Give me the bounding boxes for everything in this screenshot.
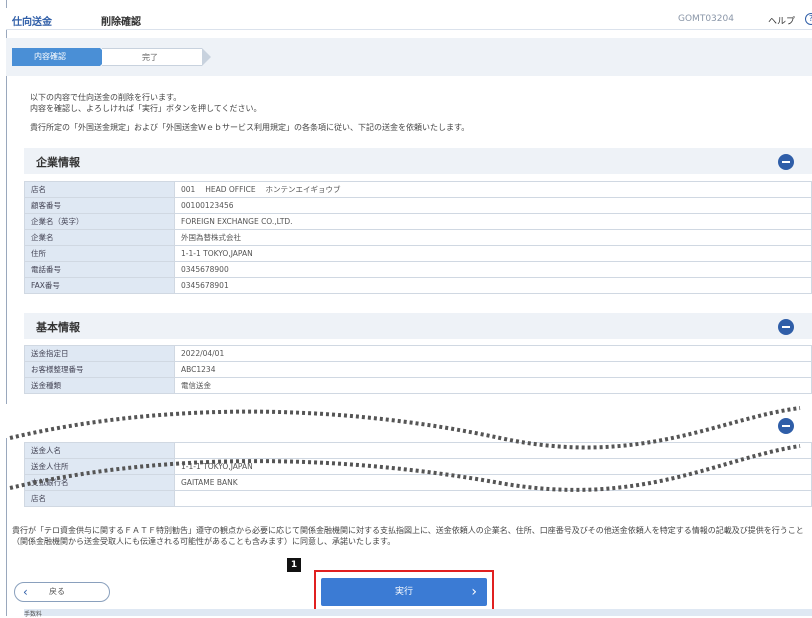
help-link[interactable]: ヘルプ [768,14,795,27]
table-row: お客様整理番号 ABC1234 [24,361,812,378]
company-section-title: 企業情報 [36,156,80,169]
help-icon[interactable]: ? [805,13,812,25]
execute-button[interactable]: 実行 › [321,578,487,606]
execute-button-label: 実行 [394,587,413,597]
screen-code: GOMT03204 [678,14,734,24]
table-row: FAX番号 0345678901 [24,277,812,294]
notice-text: 貴行所定の「外国送金規定」および「外国送金Ｗｅｂサービス利用規定」の各条項に従い… [30,123,470,132]
table-row: 電話番号 0345678900 [24,261,812,278]
top-bar: 仕向送金 削除確認 GOMT03204 ヘルプ ? [6,8,812,30]
basic-section-header: 基本情報 [24,313,812,339]
company-section-header: 企業情報 [24,148,812,174]
collapse-icon[interactable] [778,319,794,335]
consent-text: 貴行が「テロ資金供与に関するＦＡＴＦ特別勧告」遵守の観点から必要に応じて関係金融… [12,526,804,546]
bottom-row-label: 手数料 [24,611,43,618]
step-confirm: 内容確認 [12,48,109,66]
omission-wave-marks [9,406,801,492]
intro-line-2: 内容を確認し、よろしければ「実行」ボタンを押してください。 [30,104,262,113]
step-indicator: 内容確認 完了 [6,38,812,76]
back-button[interactable]: ‹ 戻る [14,582,110,602]
table-row: 送金種類 電信送金 [24,377,812,394]
chevron-right-icon: › [471,584,477,600]
step-complete: 完了 [102,48,211,66]
basic-section-title: 基本情報 [36,321,80,334]
back-button-label: 戻る [49,587,65,596]
partial-bottom-row: 手数料 [24,609,812,618]
chevron-left-icon: ‹ [23,585,28,599]
intro-line-1: 以下の内容で仕向送金の削除を行います。 [30,93,182,102]
table-row: 住所 1-1-1 TOKYO,JAPAN [24,245,812,262]
table-row: 企業名（英字） FOREIGN EXCHANGE CO.,LTD. [24,213,812,230]
table-row: 顧客番号 00100123456 [24,197,812,214]
basic-table: 送金指定日 2022/04/01 お客様整理番号 ABC1234 送金種類 電信送金 [24,345,812,394]
table-row: 送金指定日 2022/04/01 [24,345,812,362]
step-number-badge: 1 [287,558,301,572]
page-title: 削除確認 [101,17,141,28]
intro-text: 以下の内容で仕向送金の削除を行います。 内容を確認し、よろしければ「実行」ボタン… [30,92,262,114]
section-title: 仕向送金 [12,17,52,28]
table-row: 店名 001 HEAD OFFICE ホンテンエイギョウブ [24,181,812,198]
company-table: 店名 001 HEAD OFFICE ホンテンエイギョウブ 顧客番号 0010012… [24,181,812,294]
table-row: 企業名 外国為替株式会社 [24,229,812,246]
collapse-icon[interactable] [778,154,794,170]
